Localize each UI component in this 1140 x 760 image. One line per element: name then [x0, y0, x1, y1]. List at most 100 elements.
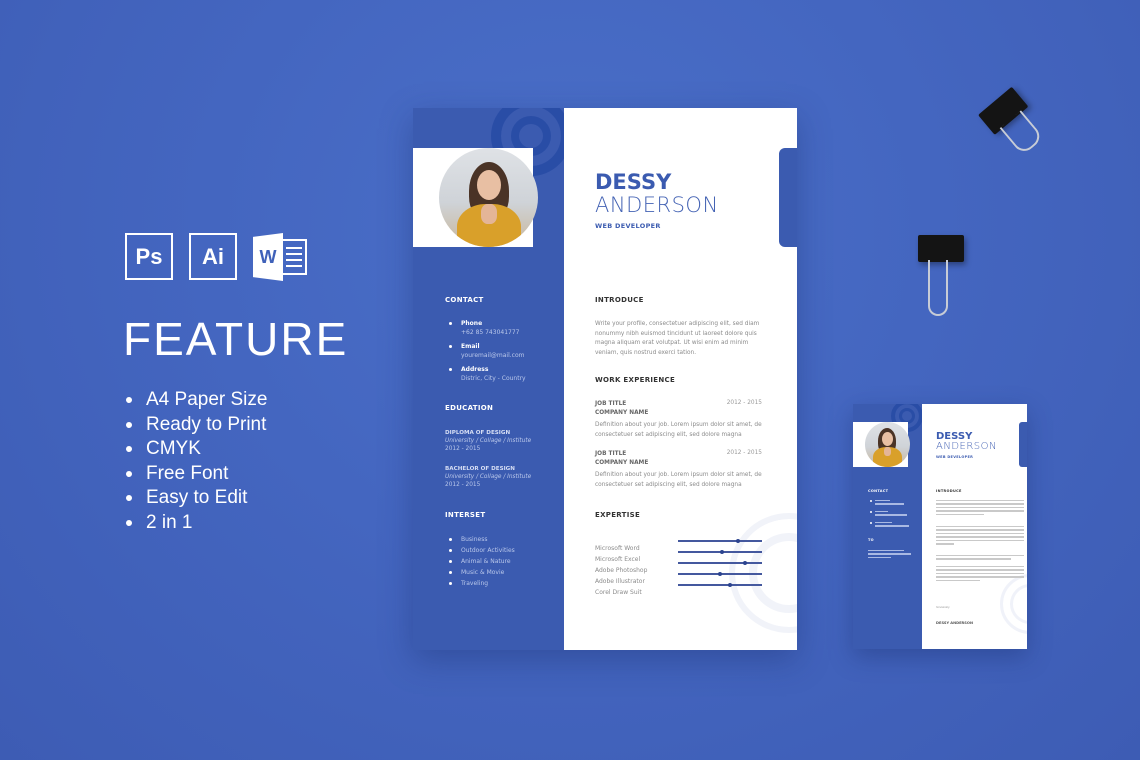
education-school: University / Collage / Institute — [445, 474, 532, 480]
feature-item: A4 Paper Size — [126, 388, 267, 413]
mini-job-role: WEB DEVELOPER — [936, 455, 974, 459]
skill-level-slider — [678, 538, 762, 543]
mini-to-heading: TO — [868, 538, 874, 542]
illustrator-icon: Ai — [189, 233, 237, 280]
skill-level-slider — [678, 571, 762, 576]
bullet-icon — [449, 322, 452, 325]
education-degree: DIPLOMA OF DESIGN — [445, 430, 511, 436]
photoshop-icon: Ps — [125, 233, 173, 280]
interest-item: Business — [445, 535, 555, 546]
company-name: COMPANY NAME — [595, 459, 649, 466]
mini-contact-heading: CONTACT — [868, 489, 889, 493]
bullet-icon — [449, 582, 452, 585]
mini-signature-name: DESSY ANDERSON — [936, 621, 973, 625]
mini-signature-label: Sincerely — [936, 605, 950, 609]
bullet-icon — [449, 345, 452, 348]
contact-item-phone: Phone +62 85 743041777 — [445, 320, 555, 337]
first-name: DESSY — [595, 170, 672, 194]
education-years: 2012 - 2015 — [445, 482, 481, 488]
mini-sidebar: CONTACT TO — [853, 404, 923, 649]
bullet-icon — [449, 538, 452, 541]
contact-heading: CONTACT — [445, 296, 484, 304]
profile-photo — [865, 422, 910, 467]
company-name: COMPANY NAME — [595, 409, 649, 416]
education-school: University / Collage / Institute — [445, 438, 532, 444]
bullet-icon — [449, 571, 452, 574]
skill-level-knob — [718, 571, 722, 576]
interest-item: Animal & Nature — [445, 557, 555, 568]
interest-text: Business — [461, 536, 488, 543]
photo-hands — [481, 204, 497, 224]
introduce-heading: INTRODUCE — [595, 296, 644, 304]
interest-text: Traveling — [461, 580, 489, 587]
interest-heading: INTERSET — [445, 511, 486, 519]
word-icon: W — [253, 233, 309, 281]
photo-hands — [884, 447, 891, 456]
feature-list: A4 Paper Size Ready to Print CMYK Free F… — [126, 388, 267, 535]
job-description: Definition about your job. Lorem ipsum d… — [595, 472, 762, 488]
profile-photo — [439, 148, 538, 247]
bullet-icon — [870, 500, 872, 502]
work-item: JOB TITLE COMPANY NAME 2012 - 2015 Defin… — [595, 400, 765, 440]
bullet-icon — [870, 511, 872, 513]
mini-paragraph — [936, 526, 1024, 547]
job-role: WEB DEVELOPER — [595, 222, 661, 230]
mini-recipient-lines — [868, 550, 913, 560]
bullet-icon — [449, 368, 452, 371]
interest-text: Animal & Nature — [461, 558, 511, 565]
education-item: DIPLOMA OF DESIGN University / Collage /… — [445, 429, 560, 453]
work-heading: WORK EXPERIENCE — [595, 376, 676, 384]
mini-contact-lines — [875, 522, 913, 529]
feature-item: Easy to Edit — [126, 486, 267, 511]
contact-item-address: Address Distric, City - Country — [445, 366, 555, 383]
resume-preview: CONTACT Phone +62 85 743041777 Email you… — [413, 108, 797, 650]
bullet-icon — [449, 549, 452, 552]
contact-item-email: Email youremail@mail.com — [445, 343, 555, 360]
word-icon-letter: W — [253, 233, 283, 281]
work-item: JOB TITLE COMPANY NAME 2012 - 2015 Defin… — [595, 450, 765, 490]
contact-value: Distric, City - Country — [461, 375, 526, 382]
bullet-icon — [870, 522, 872, 524]
expertise-item: Microsoft Word — [595, 535, 765, 552]
side-tab-decoration — [1019, 422, 1027, 467]
job-description: Definition about your job. Lorem ipsum d… — [595, 422, 762, 438]
app-icons: Ps Ai W — [125, 233, 309, 281]
contact-value: +62 85 743041777 — [461, 329, 520, 336]
job-years: 2012 - 2015 — [726, 450, 762, 456]
mini-last-name: ANDERSON — [936, 441, 997, 452]
skill-level-knob — [728, 582, 733, 587]
interest-item: Traveling — [445, 579, 555, 590]
mini-contact-lines — [875, 500, 913, 507]
word-icon-lines — [281, 239, 307, 275]
job-years: 2012 - 2015 — [726, 400, 762, 406]
contact-label: Address — [461, 366, 489, 373]
feature-item: CMYK — [126, 437, 267, 462]
contact-value: youremail@mail.com — [461, 352, 525, 359]
side-tab-decoration — [779, 148, 797, 247]
skill-level-knob — [719, 549, 724, 554]
last-name: ANDERSON — [595, 193, 719, 217]
skill-level-knob — [743, 560, 748, 565]
mini-introduce-heading: INTRODUCE — [936, 489, 962, 493]
contact-label: Phone — [461, 320, 483, 327]
expertise-heading: EXPERTISE — [595, 511, 641, 519]
education-years: 2012 - 2015 — [445, 446, 481, 452]
mini-contact-lines — [875, 511, 913, 518]
skill-level-slider — [678, 582, 762, 587]
expertise-item: Adobe Photoshop — [595, 557, 765, 574]
feature-item: Ready to Print — [126, 413, 267, 438]
skill-level-slider — [678, 560, 762, 565]
bullet-icon — [449, 560, 452, 563]
feature-item: Free Font — [126, 462, 267, 487]
introduce-text: Write your profile, consectetuer adipisc… — [595, 321, 760, 356]
education-heading: EDUCATION — [445, 404, 494, 412]
photo-face — [882, 432, 893, 446]
resume-preview-secondary: CONTACT TO DESSY ANDERSON WEB DEVELOPER … — [853, 404, 1027, 649]
mini-paragraph — [936, 566, 1024, 583]
photo-face — [477, 170, 501, 200]
mini-paragraph — [936, 500, 1024, 517]
interest-item: Outdoor Activities — [445, 546, 555, 557]
education-degree: BACHELOR OF DESIGN — [445, 466, 515, 472]
interest-item: Music & Movie — [445, 568, 555, 579]
feature-title: FEATURE — [123, 313, 349, 365]
